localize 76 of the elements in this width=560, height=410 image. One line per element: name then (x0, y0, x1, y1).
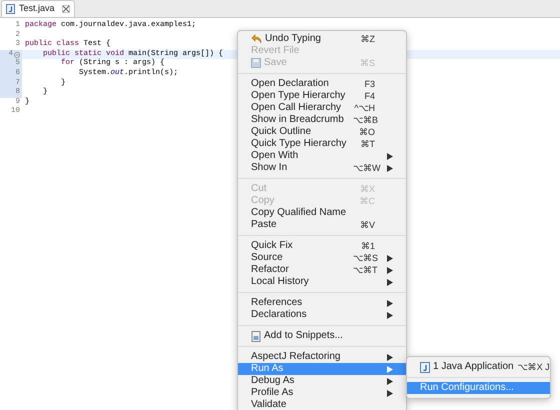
menu-item-label: Undo Typing (265, 33, 321, 45)
menu-item-label: Debug As (251, 375, 294, 387)
shortcut-text: ⌘Z (360, 33, 375, 45)
menu-item-label: References (251, 297, 302, 309)
menu-item-label: Declarations (251, 309, 307, 321)
menu-item-label: AspectJ Refactoring (251, 351, 340, 363)
menu-item-label: Copy (251, 195, 274, 207)
menu-item[interactable]: Copy Qualified Name (238, 207, 406, 219)
menu-item-label: Run Configurations... (420, 382, 514, 394)
menu-item[interactable]: Quick Type Hierarchy ⌘T (238, 138, 406, 150)
menu-item[interactable]: Show In ⌥⌘W (238, 162, 406, 174)
menu-item[interactable]: Open Type Hierarchy F4 (238, 90, 406, 102)
menu-item-label: Show in Breadcrumb (251, 114, 344, 126)
menu-item-label: Run As (251, 363, 284, 375)
menu-item[interactable]: Add to Snippets... (238, 330, 406, 342)
shortcut-text: ⌘X (360, 183, 375, 195)
menu-item[interactable]: Validate (238, 399, 406, 410)
menu-item[interactable]: 1 Java Application ⌥⌘X J (407, 361, 550, 373)
menu-item-label: Quick Outline (251, 126, 312, 138)
menu-item[interactable]: Open Call Hierarchy ^⌥H (238, 102, 406, 114)
editor-tab[interactable]: Test.java (1, 0, 75, 17)
menu-item[interactable]: Quick Outline ⌘O (238, 126, 406, 138)
menu-item[interactable]: Refactor ⌥⌘T (238, 264, 406, 276)
menu-item-label: Refactor (251, 264, 289, 276)
menu-item-label: Source (251, 252, 283, 264)
menu-item-label: Paste (251, 219, 277, 231)
shortcut-text: ⌥⌘S (353, 252, 378, 264)
menu-item-label: Open Type Hierarchy (251, 90, 346, 102)
menu-item-label: 1 Java Application (433, 361, 514, 373)
menu-item-label: Add to Snippets... (264, 330, 343, 342)
menu-item[interactable]: Show in Breadcrumb ⌥⌘B (238, 114, 406, 126)
shortcut-text: F4 (364, 90, 375, 102)
collapse-icon[interactable] (14, 52, 20, 58)
menu-item[interactable]: Paste ⌘V (238, 219, 406, 231)
menu-item[interactable]: Profile As (238, 387, 406, 399)
menu-item-label: Local History (251, 276, 309, 288)
menu-item[interactable]: Declarations (238, 309, 406, 321)
undo-arrow-icon (251, 34, 262, 44)
menu-item[interactable]: AspectJ Refactoring (238, 351, 406, 363)
menu-item[interactable]: Source ⌥⌘S (238, 252, 406, 264)
menu-item-label: Open Call Hierarchy (251, 102, 342, 114)
shortcut-text: ⌥⌘B (353, 114, 378, 126)
menu-item-label: Open Declaration (251, 78, 329, 90)
shortcut-text: ⌘1 (360, 240, 375, 252)
close-icon[interactable] (62, 5, 70, 13)
java-file-icon (420, 362, 430, 372)
menu-item-label: Quick Type Hierarchy (251, 138, 346, 150)
tab-title: Test.java (19, 2, 55, 16)
shortcut-text: ⌥⌘X J (518, 361, 550, 373)
menu-item-label: Open With (251, 150, 298, 162)
menu-item-label: Copy Qualified Name (251, 207, 346, 219)
shortcut-text: ⌘O (358, 126, 375, 138)
shortcut-text: F3 (364, 78, 375, 90)
menu-item-label: Revert File (251, 45, 300, 57)
shortcut-text: ⌥⌘W (353, 162, 380, 174)
menu-item[interactable]: Open With (238, 150, 406, 162)
shortcut-text: ⌘C (360, 195, 375, 207)
document-icon (251, 330, 261, 342)
shortcut-text: ⌘T (360, 138, 375, 150)
menu-item[interactable]: Undo Typing ⌘Z (238, 33, 406, 45)
menu-item[interactable]: Local History (238, 276, 406, 288)
menu-item-label: Save (264, 57, 287, 69)
java-file-icon (6, 4, 15, 14)
shortcut-text: ⌘S (360, 57, 375, 69)
shortcut-text: ⌥⌘T (353, 264, 378, 276)
shortcut-text: ^⌥H (354, 102, 375, 114)
menu-item[interactable]: Open Declaration F3 (238, 78, 406, 90)
menu-item-label: Validate (251, 399, 286, 410)
menu-item[interactable]: Quick Fix ⌘1 (238, 240, 406, 252)
menu-item-label: Show In (251, 162, 288, 174)
menu-item[interactable]: Debug As (238, 375, 406, 387)
menu-item-label: Quick Fix (251, 240, 293, 252)
shortcut-text: ⌘V (360, 219, 375, 231)
menu-item-label: Profile As (251, 387, 294, 399)
menu-item-label: Cut (251, 183, 267, 195)
menu-item[interactable]: References (238, 297, 406, 309)
